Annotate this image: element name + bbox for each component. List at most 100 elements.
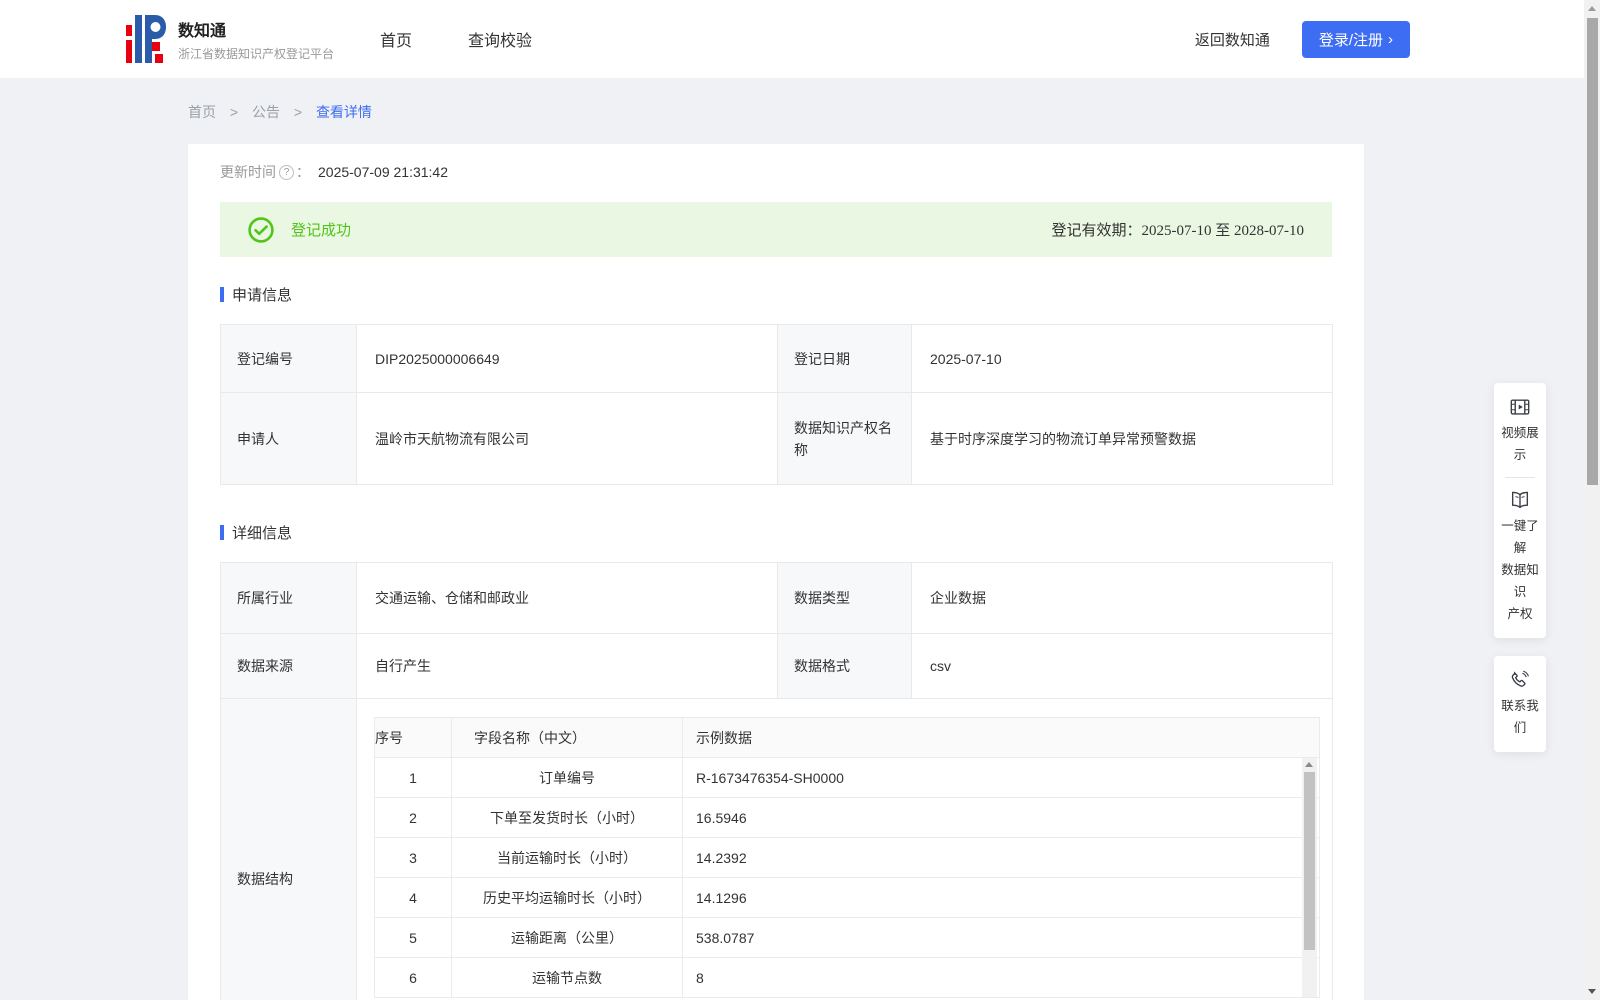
update-time-label: 更新时间 [220,164,276,180]
column-header: 字段名称（中文） [451,717,683,758]
contact-card[interactable]: 联系我们 [1494,656,1546,752]
sample-data: 14.1296 [682,877,1320,918]
table-row: 3 当前运输时长（小时） 14.2392 [374,837,1320,878]
table-row: 6 运输节点数 8 [374,957,1320,998]
video-icon [1510,399,1530,415]
row-index: 3 [374,837,452,878]
brand-logo-icon [126,15,166,63]
section-accent-bar [220,287,224,302]
brand-name: 数知通 [178,22,227,40]
field-value: 交通运输、仓储和邮政业 [356,562,778,634]
field-value: csv [911,633,1333,699]
section-accent-bar [220,525,224,540]
table-row: 所属行业 交通运输、仓储和邮政业 数据类型 企业数据 [220,562,1333,634]
validity-value: 2025-07-10 至 2028-07-10 [1141,223,1304,239]
sample-data: R-1673476354-SH0000 [682,757,1320,798]
sample-data: 8 [682,957,1320,998]
field-label: 登记日期 [777,324,912,393]
sample-data: 538.0787 [682,917,1320,958]
field-label: 所属行业 [220,562,357,634]
main-nav: 首页 查询校验 [380,27,532,51]
nav-home[interactable]: 首页 [380,27,412,51]
update-time-value: 2025-07-09 21:31:42 [318,164,448,180]
login-register-label: 登录/注册 [1318,31,1383,49]
breadcrumb-announcement[interactable]: 公告 [252,104,280,120]
field-name: 当前运输时长（小时） [451,837,683,878]
scrollbar-up-arrow-icon[interactable] [1587,6,1596,11]
validity-period: 登记有效期：2025-07-10 至 2028-07-10 [1052,219,1305,240]
brand[interactable]: 数知通 浙江省数据知识产权登记平台 [126,15,334,63]
row-index: 2 [374,797,452,838]
sample-data: 14.2392 [682,837,1320,878]
breadcrumb-home[interactable]: 首页 [188,104,216,120]
structure-table-wrap: 序号 字段名称（中文） 示例数据 1 订单编号 R-1673476354-SH0… [374,717,1320,998]
breadcrumb-current: 查看详情 [315,104,372,120]
field-value: 2025-07-10 [911,324,1333,393]
field-label: 数据类型 [777,562,912,634]
scrollbar-up-arrow-icon[interactable] [1305,762,1313,767]
field-name: 运输节点数 [451,957,683,998]
field-value: 自行产生 [356,633,778,699]
nav-query-verify[interactable]: 查询校验 [468,27,532,51]
status-text: 登记成功 [291,222,352,239]
detail-card: 更新时间 ? ： 2025-07-09 21:31:42 登记成功 登记有效期：… [188,144,1364,1000]
column-header: 序号 [374,717,452,758]
sample-data: 16.5946 [682,797,1320,838]
validity-label: 登记有效期： [1051,223,1142,239]
table-row: 申请人 温岭市天航物流有限公司 数据知识产权名称 基于时序深度学习的物流订单异常… [220,392,1333,485]
phone-icon [1511,670,1529,687]
field-name: 下单至发货时长（小时） [451,797,683,838]
column-header: 示例数据 [682,717,1320,758]
row-index: 5 [374,917,452,958]
page-scrollbar [1584,0,1600,1000]
login-register-button[interactable]: 登录/注册 › [1301,20,1410,58]
learn-dip-item[interactable]: 一键了解 数据知识 产权 [1496,489,1544,625]
brand-text: 数知通 浙江省数据知识产权登记平台 [178,17,334,62]
field-label: 申请人 [220,392,357,485]
field-name: 运输距离（公里） [451,917,683,958]
row-index: 1 [374,757,452,798]
table-row: 5 运输距离（公里） 538.0787 [374,917,1320,958]
table-row: 登记编号 DIP2025000006649 登记日期 2025-07-10 [220,324,1333,393]
check-circle-icon [248,216,274,243]
back-to-shuzhitong-link[interactable]: 返回数知通 [1195,29,1270,50]
structure-table: 序号 字段名称（中文） 示例数据 1 订单编号 R-1673476354-SH0… [374,717,1320,998]
breadcrumb-separator: > [293,104,303,120]
update-time-row: 更新时间 ? ： 2025-07-09 21:31:42 [220,162,1332,182]
brand-subtitle: 浙江省数据知识产权登记平台 [178,46,335,61]
field-value: 基于时序深度学习的物流订单异常预警数据 [911,392,1333,485]
section-title-text: 详细信息 [232,525,293,542]
breadcrumb-separator: > [229,104,239,120]
detail-info-table: 所属行业 交通运输、仓储和邮政业 数据类型 企业数据 数据来源 自行产生 数据格… [220,562,1333,1000]
header-right: 返回数知通 登录/注册 › [1195,20,1410,58]
field-label: 登记编号 [220,324,357,393]
field-label: 数据结构 [220,698,357,1000]
table-row: 数据来源 自行产生 数据格式 csv [220,633,1333,699]
floating-card-top: 视频展示 一键了解 数据知识 产权 [1494,383,1546,638]
divider [1505,477,1535,478]
table-row: 2 下单至发货时长（小时） 16.5946 [374,797,1320,838]
field-label: 数据知识产权名称 [777,392,912,485]
row-index: 4 [374,877,452,918]
video-demo-item[interactable]: 视频展示 [1496,396,1544,466]
learn-dip-label-line2: 数据知识 [1501,563,1539,599]
field-value: DIP2025000006649 [356,324,778,393]
structure-table-scrollbar [1302,758,1317,997]
field-value: 企业数据 [911,562,1333,634]
page-scrollbar-thumb[interactable] [1586,18,1598,485]
learn-dip-label-line1: 一键了解 [1501,519,1539,555]
learn-dip-label-line3: 产权 [1507,607,1533,621]
scrollbar-thumb[interactable] [1304,772,1315,950]
contact-label: 联系我们 [1501,699,1539,735]
field-name: 历史平均运输时长（小时） [451,877,683,918]
table-row: 4 历史平均运输时长（小时） 14.1296 [374,877,1320,918]
section-title-detail: 详细信息 [220,522,1332,543]
field-label: 数据来源 [220,633,357,699]
field-value: 温岭市天航物流有限公司 [356,392,778,485]
structure-header-row: 序号 字段名称（中文） 示例数据 [374,717,1320,758]
data-structure-cell: 序号 字段名称（中文） 示例数据 1 订单编号 R-1673476354-SH0… [356,698,1333,1000]
registration-success-banner: 登记成功 登记有效期：2025-07-10 至 2028-07-10 [220,202,1332,257]
help-question-icon[interactable]: ? [279,164,294,180]
scrollbar-down-arrow-icon[interactable] [1587,989,1596,994]
section-title-text: 申请信息 [232,287,293,304]
